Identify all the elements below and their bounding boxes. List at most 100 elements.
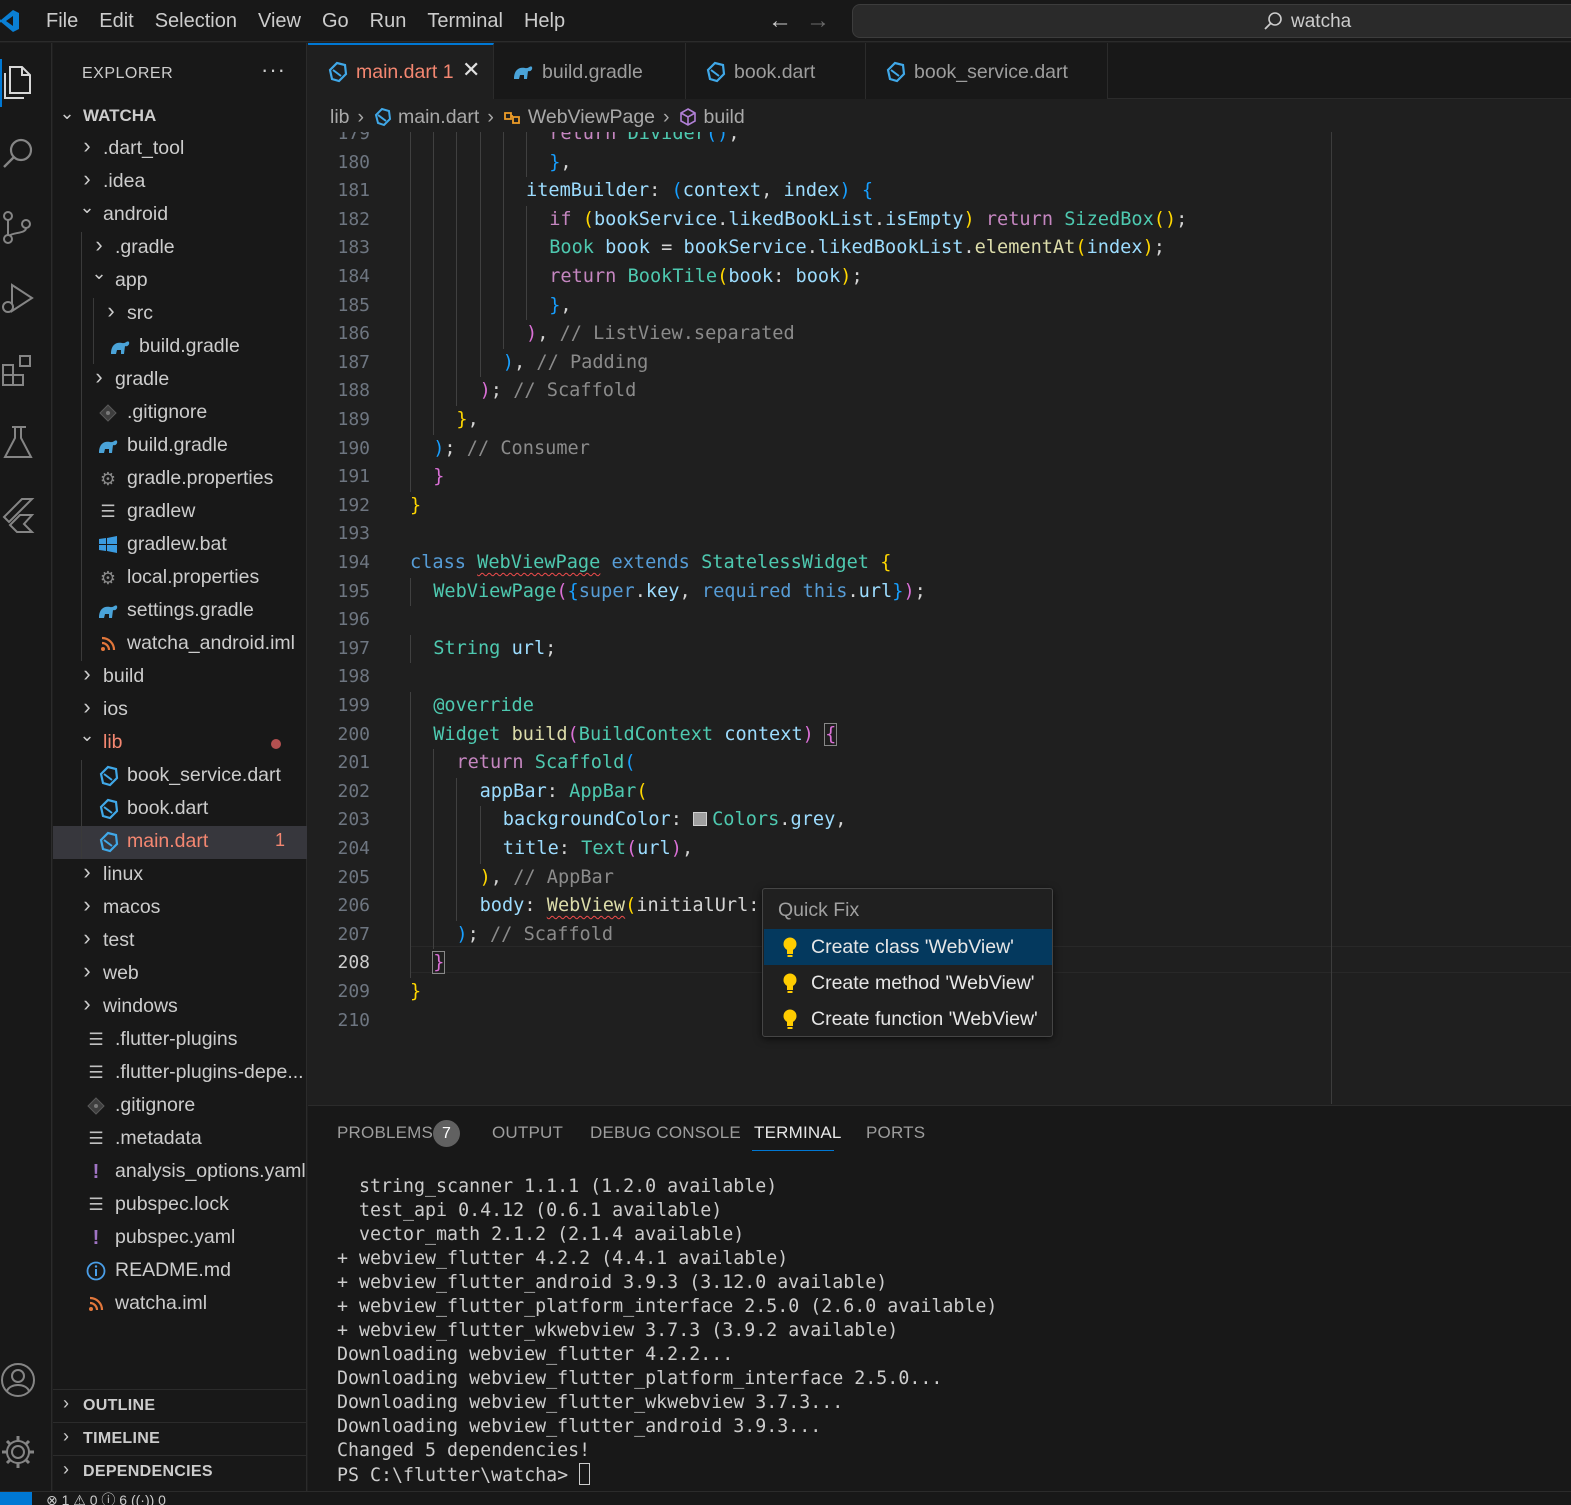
forward-arrow-icon[interactable]: →	[806, 8, 830, 34]
more-actions-icon[interactable]: ···	[261, 57, 286, 83]
status-problems[interactable]: ⊗ 1 ⚠ 0 ⓘ 6 ((·)) 0	[46, 1492, 166, 1505]
file-item[interactable]: book_service.dart	[53, 760, 307, 793]
folder-item[interactable]: › .idea	[53, 166, 307, 199]
file-item[interactable]: ☰ pubspec.lock	[53, 1189, 307, 1222]
menu-run[interactable]: Run	[370, 10, 407, 33]
file-item[interactable]: ! analysis_options.yaml	[53, 1156, 307, 1189]
folder-item[interactable]: › ios	[53, 694, 307, 727]
indent-guide	[479, 348, 481, 378]
explorer-icon[interactable]	[0, 59, 40, 107]
file-item[interactable]: ☰ .metadata	[53, 1123, 307, 1156]
folder-item[interactable]: › web	[53, 958, 307, 991]
file-item[interactable]: watcha_android.iml	[53, 628, 307, 661]
account-icon[interactable]	[0, 1361, 40, 1401]
indent-guide	[479, 148, 481, 178]
breadcrumb-class[interactable]: WebViewPage	[528, 106, 655, 129]
item-label: gradlew	[127, 500, 196, 522]
file-item[interactable]: main.dart 1	[53, 826, 307, 859]
code-token: ;	[467, 923, 490, 945]
folder-item[interactable]: › .gradle	[53, 232, 307, 265]
timeline-section[interactable]: › TIMELINE	[53, 1422, 307, 1455]
folder-item[interactable]: › windows	[53, 991, 307, 1024]
menu-help[interactable]: Help	[524, 10, 565, 33]
folder-item[interactable]: ⌄ android	[53, 199, 307, 232]
file-item[interactable]: .gitignore	[53, 397, 307, 430]
indent-guide	[456, 234, 458, 263]
flutter-icon[interactable]	[0, 495, 40, 535]
breadcrumb-main-dart[interactable]: main.dart	[398, 106, 479, 129]
tab-build-gradle[interactable]: build.gradle	[494, 43, 686, 99]
create-class-action[interactable]: Create class 'WebView'	[764, 929, 1052, 965]
file-item[interactable]: book.dart	[53, 793, 307, 826]
create-method-action[interactable]: Create method 'WebView'	[764, 965, 1052, 1001]
indent-guide	[479, 806, 481, 835]
file-item[interactable]: gradlew.bat	[53, 529, 307, 562]
folder-item[interactable]: › macos	[53, 892, 307, 925]
indent-guide	[526, 263, 527, 292]
tab-ports[interactable]: PORTS	[866, 1123, 925, 1143]
line-number: 207	[337, 923, 370, 945]
tab-output[interactable]: OUTPUT	[492, 1123, 563, 1143]
file-item[interactable]: build.gradle	[53, 430, 307, 463]
file-item[interactable]: settings.gradle	[53, 595, 307, 628]
menu-view[interactable]: View	[258, 10, 301, 33]
terminal-output[interactable]: string_scanner 1.1.1 (1.2.0 available) t…	[337, 1175, 997, 1487]
search-text: watcha	[1291, 11, 1352, 32]
folder-item[interactable]: › test	[53, 925, 307, 958]
run-debug-icon[interactable]	[0, 279, 40, 319]
menu-edit[interactable]: Edit	[99, 10, 133, 33]
outline-section[interactable]: › OUTLINE	[53, 1389, 307, 1422]
search-view-icon[interactable]	[0, 135, 40, 175]
file-item[interactable]: ☰ .flutter-plugins	[53, 1024, 307, 1057]
code-token: )	[903, 580, 915, 602]
source-control-icon[interactable]	[0, 208, 40, 248]
command-center-search[interactable]: watcha	[852, 4, 1571, 38]
create-function-action[interactable]: Create function 'WebView'	[764, 1001, 1052, 1037]
tab-terminal[interactable]: TERMINAL	[754, 1123, 842, 1143]
file-item[interactable]: watcha.iml	[53, 1288, 307, 1321]
color-swatch-icon[interactable]	[693, 812, 708, 827]
menu-file[interactable]: File	[46, 10, 78, 33]
breadcrumb-lib[interactable]: lib	[330, 106, 350, 129]
code-token: BuildContext	[578, 723, 725, 745]
file-item[interactable]: .gitignore	[53, 1090, 307, 1123]
testing-flask-icon[interactable]	[0, 423, 40, 463]
folder-item[interactable]: › gradle	[53, 364, 307, 397]
remote-indicator[interactable]	[0, 1492, 32, 1505]
file-item[interactable]: ☰ gradlew	[53, 496, 307, 529]
manage-gear-icon[interactable]	[0, 1433, 40, 1473]
tab-debug-console[interactable]: DEBUG CONSOLE	[590, 1123, 741, 1143]
folder-item[interactable]: › linux	[53, 859, 307, 892]
file-item[interactable]: build.gradle	[53, 331, 307, 364]
indent-guide	[81, 232, 82, 265]
file-item[interactable]: ⚙ local.properties	[53, 562, 307, 595]
tab-main-dart[interactable]: main.dart 1 ✕	[308, 43, 494, 99]
breadcrumb-method[interactable]: build	[704, 106, 745, 129]
file-item[interactable]: README.md	[53, 1255, 307, 1288]
code-line: String url;	[433, 635, 556, 664]
code-token: ;	[914, 580, 926, 602]
indent-guide	[479, 234, 481, 263]
back-arrow-icon[interactable]: ←	[768, 8, 792, 34]
dependencies-section[interactable]: › DEPENDENCIES	[53, 1455, 307, 1488]
menu-selection[interactable]: Selection	[155, 10, 237, 33]
folder-item[interactable]: › src	[53, 298, 307, 331]
file-item[interactable]: ! pubspec.yaml	[53, 1222, 307, 1255]
extensions-icon[interactable]	[0, 351, 40, 391]
workspace-root-watcha[interactable]: ⌄ WATCHA	[53, 100, 307, 133]
file-item[interactable]: ☰ .flutter-plugins-depe...	[53, 1057, 307, 1090]
close-icon[interactable]: ✕	[462, 57, 480, 83]
folder-item[interactable]: › build	[53, 661, 307, 694]
folder-item[interactable]: ⌄ lib	[53, 727, 307, 760]
tab-book-service-dart[interactable]: book_service.dart	[866, 43, 1108, 99]
file-item[interactable]: ⚙ gradle.properties	[53, 463, 307, 496]
menu-terminal[interactable]: Terminal	[427, 10, 503, 33]
code-token: ,	[514, 351, 537, 373]
tab-book-dart[interactable]: book.dart	[686, 43, 866, 99]
item-label: lib	[103, 731, 123, 753]
folder-item[interactable]: › .dart_tool	[53, 133, 307, 166]
tab-problems[interactable]: PROBLEMS	[337, 1123, 433, 1143]
folder-item[interactable]: ⌄ app	[53, 265, 307, 298]
menu-go[interactable]: Go	[322, 10, 349, 33]
code-token: Divider	[627, 132, 706, 144]
